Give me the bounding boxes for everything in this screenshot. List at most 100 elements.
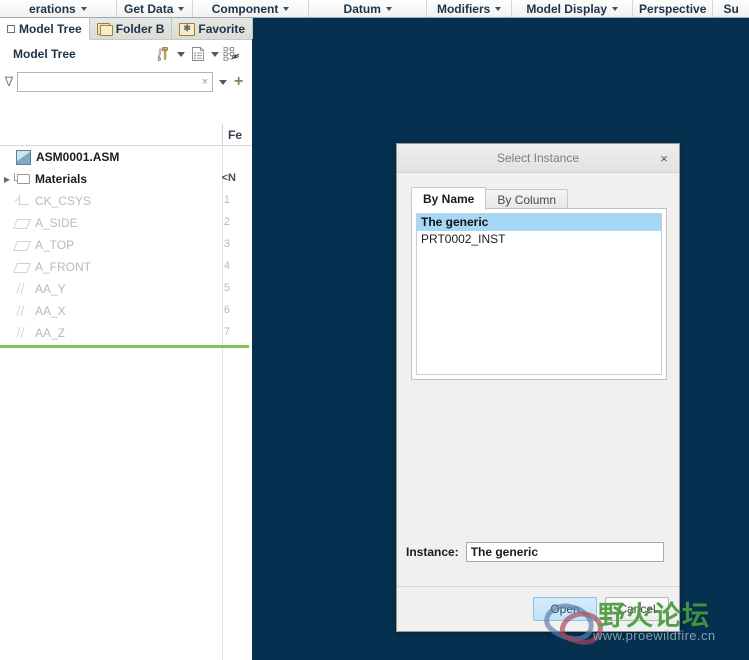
ribbon-group-perspective[interactable]: Perspective xyxy=(633,0,714,17)
ribbon-menu-bar: erations Get Data Component Datum Modifi… xyxy=(0,0,749,18)
tree-row[interactable]: A_FRONT 4 xyxy=(0,256,252,278)
app-root: erations Get Data Component Datum Modifi… xyxy=(0,0,749,660)
column-header-feature: Fe xyxy=(228,128,243,142)
ribbon-group-modifiers[interactable]: Modifiers xyxy=(427,0,513,17)
list-item-label: The generic xyxy=(421,215,489,229)
column-divider xyxy=(222,124,223,145)
ribbon-label-su: Su xyxy=(723,1,739,16)
tree-item-label: Materials xyxy=(35,172,88,186)
tree-item-label: A_TOP xyxy=(35,238,75,252)
folder-icon xyxy=(96,22,113,36)
tree-row[interactable]: AA_Y 5 xyxy=(0,278,252,300)
tab-by-name[interactable]: By Name xyxy=(411,187,487,210)
materials-icon xyxy=(14,172,31,186)
dialog-title: Select Instance xyxy=(496,151,580,165)
open-button[interactable]: Open xyxy=(533,597,597,621)
plane-icon xyxy=(12,216,32,230)
dialog-tabs: By Name By Column xyxy=(411,187,569,210)
tree-row[interactable]: ▶ Materials <N xyxy=(0,168,252,190)
instance-input-wrap[interactable] xyxy=(465,542,664,562)
ribbon-group-component[interactable]: Component xyxy=(193,0,310,17)
search-history-caret[interactable] xyxy=(219,79,227,85)
tree-row[interactable]: AA_Z 7 xyxy=(0,322,252,344)
search-input-wrap[interactable]: × xyxy=(17,72,213,92)
list-item-label: PRT0002_INST xyxy=(421,232,506,246)
tree-item-number: 1 xyxy=(223,194,230,206)
chevron-down-icon xyxy=(80,6,87,11)
chevron-down-icon xyxy=(283,6,290,11)
instance-list[interactable]: The generic PRT0002_INST xyxy=(416,213,662,375)
tree-filter-display-icon[interactable] xyxy=(222,44,242,64)
model-tree[interactable]: ASM0001.ASM ▶ Materials <N CK_CSYS 1 A_S… xyxy=(0,146,252,660)
axis-icon xyxy=(14,326,31,340)
tab-folder-browser[interactable]: Folder B xyxy=(89,18,173,39)
close-icon[interactable]: × xyxy=(655,149,673,167)
tree-columns-icon[interactable] xyxy=(188,44,208,64)
ribbon-group-datum[interactable]: Datum xyxy=(309,0,427,17)
navigator-panel: Model Tree Folder B ✱ Favorite Model Tre… xyxy=(0,18,254,660)
navigator-tabstrip: Model Tree Folder B ✱ Favorite xyxy=(0,18,254,40)
chevron-down-icon xyxy=(385,6,392,11)
tree-column-header: Fe xyxy=(0,124,252,146)
ribbon-group-model-display[interactable]: Model Display xyxy=(512,0,634,17)
open-button-label: Open xyxy=(550,602,580,616)
insert-here-line[interactable] xyxy=(0,345,249,348)
tree-expander[interactable]: ▶ xyxy=(0,175,14,184)
ribbon-label-component: Component xyxy=(211,1,279,16)
tree-item-label: AA_Z xyxy=(35,326,66,340)
cancel-button[interactable]: Cancel xyxy=(605,597,669,621)
search-input[interactable] xyxy=(18,74,198,90)
ribbon-label-get-data: Get Data xyxy=(124,1,174,16)
select-instance-dialog: Select Instance × By Name By Column The … xyxy=(396,143,680,632)
assembly-icon xyxy=(16,149,31,165)
tree-row[interactable]: A_SIDE 2 xyxy=(0,212,252,234)
close-icon[interactable]: × xyxy=(198,76,212,88)
ribbon-group-operations[interactable]: erations xyxy=(0,0,117,17)
settings-dropdown-caret[interactable] xyxy=(177,51,185,57)
tab-model-tree[interactable]: Model Tree xyxy=(0,18,90,40)
tab-folder-browser-label: Folder B xyxy=(115,21,165,36)
axis-icon xyxy=(14,282,31,296)
dialog-title-bar[interactable]: Select Instance × xyxy=(397,144,679,173)
tree-columns-dropdown-caret[interactable] xyxy=(211,51,219,57)
tree-item-number: <N xyxy=(221,172,236,184)
tree-item-label: AA_X xyxy=(35,304,66,318)
model-tree-search-row: ∇ × + xyxy=(0,68,252,96)
tab-by-name-label: By Name xyxy=(423,192,475,206)
ribbon-label-modifiers: Modifiers xyxy=(436,1,491,16)
tree-row[interactable]: A_TOP 3 xyxy=(0,234,252,256)
add-filter-button[interactable]: + xyxy=(234,74,243,90)
tree-item-number: 3 xyxy=(223,238,230,250)
tab-model-tree-label: Model Tree xyxy=(19,21,82,36)
tab-favorites[interactable]: ✱ Favorite xyxy=(172,18,254,39)
tree-item-number: 7 xyxy=(223,326,230,338)
tree-item-number: 4 xyxy=(223,260,230,272)
tree-item-label: A_FRONT xyxy=(35,260,92,274)
list-item[interactable]: The generic xyxy=(417,214,661,231)
ribbon-group-su[interactable]: Su xyxy=(713,0,749,17)
dialog-footer: Open Cancel xyxy=(397,586,679,631)
tree-item-label: A_SIDE xyxy=(35,216,78,230)
plane-icon xyxy=(12,238,32,252)
instance-list-frame: The generic PRT0002_INST xyxy=(411,208,667,380)
axis-icon xyxy=(14,304,31,318)
tree-row[interactable]: CK_CSYS 1 xyxy=(0,190,252,212)
instance-input[interactable] xyxy=(466,543,663,561)
tree-item-number: 5 xyxy=(223,282,230,294)
chevron-down-icon xyxy=(178,6,185,11)
tree-row[interactable]: ASM0001.ASM xyxy=(0,146,252,168)
tab-favorites-label: Favorite xyxy=(198,21,246,36)
settings-tools-icon[interactable] xyxy=(154,44,174,64)
model-tree-toolbar xyxy=(154,44,252,64)
tree-item-label: AA_Y xyxy=(35,282,66,296)
tab-by-column[interactable]: By Column xyxy=(485,189,569,210)
filter-icon: ∇ xyxy=(4,74,14,89)
chevron-down-icon xyxy=(495,6,502,11)
tree-item-number: 6 xyxy=(223,304,230,316)
tree-row[interactable]: AA_X 6 xyxy=(0,300,252,322)
list-item[interactable]: PRT0002_INST xyxy=(417,231,661,248)
instance-field-row: Instance: xyxy=(397,535,679,569)
ribbon-group-get-data[interactable]: Get Data xyxy=(117,0,193,17)
csys-icon xyxy=(14,194,31,208)
cancel-button-label: Cancel xyxy=(618,602,656,616)
